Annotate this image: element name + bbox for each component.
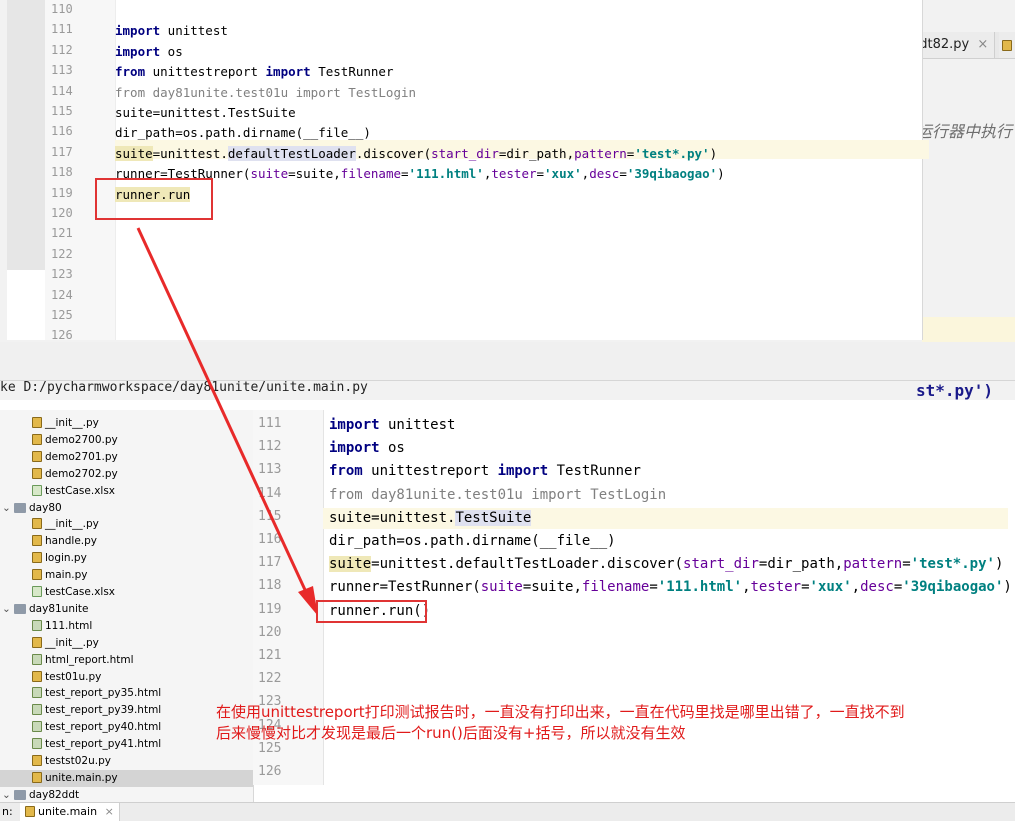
arrow-head bbox=[298, 586, 318, 616]
annotation-note-line-2: 后来慢慢对比才发现是最后一个run()后面没有+括号，所以就没有生效 bbox=[216, 724, 686, 742]
annotation-note: 在使用unittestreport打印测试报告时，一直没有打印出来，一直在代码里… bbox=[216, 702, 905, 744]
annotation-arrow bbox=[136, 227, 318, 616]
annotation-note-line-1: 在使用unittestreport打印测试报告时，一直没有打印出来，一直在代码里… bbox=[216, 703, 905, 721]
arrow-shaft bbox=[136, 227, 308, 593]
